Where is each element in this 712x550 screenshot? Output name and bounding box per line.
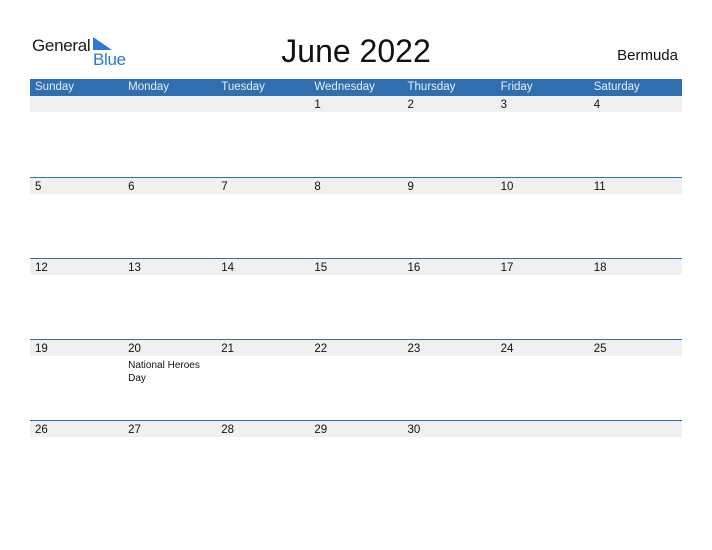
day-cell: 3 [496, 96, 589, 114]
day-cell: 1 [309, 96, 402, 114]
day-number: 25 [593, 343, 607, 355]
day-cell: 18 [589, 258, 682, 277]
day-cell: 23 [403, 339, 496, 385]
day-number: 5 [35, 181, 42, 193]
day-number: 18 [593, 262, 607, 274]
day-cell: 24 [496, 339, 589, 385]
day-number [35, 96, 123, 114]
day-number: 24 [500, 343, 514, 355]
day-number: 11 [593, 181, 606, 193]
weekday-tuesday: Tuesday [221, 81, 265, 93]
week-row: 1 2 3 4 [30, 96, 682, 177]
day-number: 10 [500, 181, 514, 193]
day-cell: 26 [30, 420, 123, 439]
day-number: 30 [407, 424, 421, 436]
day-number [128, 96, 216, 114]
day-cell: 19 [30, 339, 123, 385]
day-number: 28 [221, 424, 235, 436]
day-number: 13 [128, 262, 141, 274]
country-label: Bermuda [617, 47, 678, 64]
day-cell: 28 [216, 420, 309, 439]
day-cell: 30 [403, 420, 496, 439]
day-cell: 7 [216, 177, 309, 196]
day-number: 1 [314, 99, 321, 111]
day-number [221, 96, 309, 114]
day-number: 26 [35, 424, 48, 436]
day-cell: 5 [30, 177, 123, 196]
week-row: 26 27 28 29 30 [30, 420, 682, 501]
week-cells: 26 27 28 29 30 [30, 420, 682, 439]
day-cell: 27 [123, 420, 216, 439]
day-number: 19 [35, 343, 48, 355]
day-cell: 11 [589, 177, 682, 196]
weekday-sunday: Sunday [35, 81, 75, 93]
day-number: 23 [407, 343, 421, 355]
day-cell: 25 [589, 339, 682, 385]
weekday-saturday: Saturday [593, 81, 640, 93]
day-number: 21 [221, 343, 235, 355]
week-row: 19 20 National Heroes Day 21 22 23 24 25 [30, 339, 682, 420]
day-cell: 6 [123, 177, 216, 196]
weekday-friday: Friday [500, 81, 533, 93]
day-cell: 14 [216, 258, 309, 277]
day-number [501, 420, 589, 439]
day-cell: 4 [589, 96, 682, 114]
week-cells: 5 6 7 8 9 10 11 [30, 177, 682, 196]
weekday-monday: Monday [128, 81, 170, 93]
day-cell: 10 [496, 177, 589, 196]
day-cell: 29 [309, 420, 402, 439]
day-number: 22 [314, 343, 328, 355]
day-cell: 9 [403, 177, 496, 196]
day-number: 7 [221, 181, 228, 193]
day-number: 27 [128, 424, 141, 436]
day-number: 20 [128, 343, 141, 355]
week-cells: 1 2 3 4 [30, 96, 682, 114]
weekday-header: Sunday Monday Tuesday Wednesday Thursday Frid… [30, 79, 682, 96]
day-cell: 2 [403, 96, 496, 114]
day-cell [216, 96, 309, 114]
holiday-label: National Heroes Day [128, 360, 200, 384]
day-cell: 8 [309, 177, 402, 196]
day-number: 2 [407, 99, 414, 111]
day-number: 14 [221, 262, 235, 274]
day-number: 15 [314, 262, 328, 274]
week-row: 12 13 14 15 16 17 18 [30, 258, 682, 339]
day-cell [30, 96, 123, 114]
day-number: 6 [128, 181, 135, 193]
day-number: 8 [314, 181, 321, 193]
day-number: 4 [593, 99, 601, 111]
day-cell: 15 [309, 258, 402, 277]
week-cells: 19 20 National Heroes Day 21 22 23 24 25 [30, 339, 682, 385]
day-number: 9 [407, 181, 414, 193]
day-number: 17 [500, 262, 514, 274]
day-number: 3 [500, 99, 508, 111]
weekday-thursday: Thursday [407, 81, 456, 93]
day-number: 12 [35, 262, 48, 274]
weekday-wednesday: Wednesday [314, 81, 375, 93]
day-cell: 13 [123, 258, 216, 277]
day-number: 29 [314, 424, 328, 436]
day-cell: 12 [30, 258, 123, 277]
day-cell: 20 National Heroes Day [123, 339, 216, 385]
day-cell: 16 [403, 258, 496, 277]
day-cell [496, 420, 589, 439]
day-cell [123, 96, 216, 114]
day-number [594, 420, 682, 439]
day-cell: 21 [216, 339, 309, 385]
week-row: 5 6 7 8 9 10 11 [30, 177, 682, 258]
calendar-title: June 2022 [281, 33, 431, 69]
day-cell: 17 [496, 258, 589, 277]
week-cells: 12 13 14 15 16 17 18 [30, 258, 682, 277]
day-cell: 22 [309, 339, 402, 385]
day-number: 16 [407, 262, 421, 274]
day-cell [589, 420, 682, 439]
